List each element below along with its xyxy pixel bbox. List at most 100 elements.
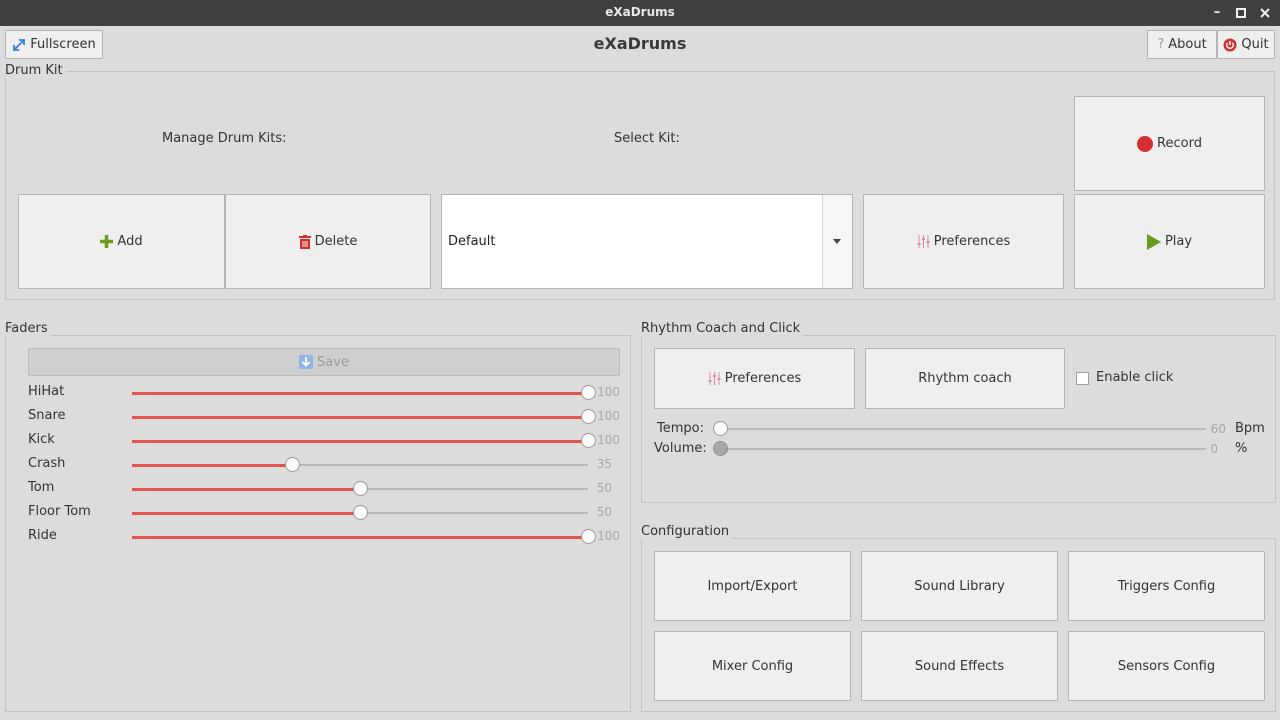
- rhythm-coach-group-label: Rhythm Coach and Click: [641, 321, 804, 336]
- download-icon: [299, 355, 314, 369]
- tempo-slider-handle[interactable]: [713, 421, 728, 436]
- delete-kit-button[interactable]: Delete: [225, 194, 431, 289]
- tempo-label: Tempo:: [657, 421, 704, 436]
- save-faders-label: Save: [317, 354, 349, 370]
- fader-value: 100: [597, 385, 620, 399]
- triggers-config-button[interactable]: Triggers Config: [1068, 551, 1265, 621]
- sound-library-label: Sound Library: [914, 578, 1005, 594]
- volume-label: Volume:: [654, 441, 707, 456]
- rhythm-preferences-button[interactable]: Preferences: [654, 348, 855, 409]
- dropdown-arrow-button[interactable]: [822, 195, 852, 288]
- sliders-icon: [917, 235, 930, 248]
- fader-slider[interactable]: [132, 457, 588, 472]
- window-title: eXaDrums: [605, 5, 675, 19]
- drum-kit-group-label: Drum Kit: [5, 63, 66, 78]
- fader-label: Floor Tom: [28, 504, 91, 519]
- add-kit-label: Add: [117, 234, 143, 249]
- rhythm-coach-label: Rhythm coach: [918, 371, 1012, 386]
- add-kit-button[interactable]: Add: [18, 194, 225, 289]
- fader-slider-fill: [132, 391, 588, 395]
- sound-effects-label: Sound Effects: [914, 658, 1005, 674]
- kit-preferences-label: Preferences: [933, 234, 1011, 249]
- kit-preferences-button[interactable]: Preferences: [863, 194, 1064, 289]
- enable-click-label[interactable]: Enable click: [1096, 370, 1173, 385]
- save-faders-button[interactable]: Save: [28, 348, 620, 376]
- fader-slider-fill: [132, 535, 588, 539]
- import-export-label: Import/Export: [707, 578, 798, 594]
- close-icon[interactable]: [1255, 0, 1275, 26]
- sound-effects-button[interactable]: Sound Effects: [861, 631, 1058, 701]
- delete-kit-label: Delete: [314, 234, 358, 249]
- chevron-down-icon: [833, 239, 841, 244]
- quit-label: Quit: [1241, 37, 1269, 52]
- play-icon: [1146, 233, 1161, 250]
- fader-value: 50: [596, 505, 612, 519]
- kit-select-dropdown[interactable]: Default: [441, 194, 853, 289]
- fader-label: Snare: [28, 408, 66, 423]
- fader-slider-handle[interactable]: [285, 457, 300, 472]
- mixer-config-button[interactable]: Mixer Config: [654, 631, 851, 701]
- about-label: About: [1168, 37, 1207, 52]
- record-label: Record: [1157, 136, 1202, 151]
- help-icon: ?: [1157, 37, 1165, 52]
- volume-slider[interactable]: [713, 441, 1206, 456]
- minimize-icon[interactable]: –: [1207, 0, 1227, 26]
- fader-slider[interactable]: [132, 481, 588, 496]
- fader-label: Crash: [28, 456, 66, 471]
- sensors-config-button[interactable]: Sensors Config: [1068, 631, 1265, 701]
- fader-slider[interactable]: [132, 433, 596, 448]
- tempo-value: 60: [1210, 422, 1226, 436]
- volume-slider-handle[interactable]: [713, 441, 728, 456]
- fader-value: 50: [596, 481, 612, 495]
- sound-library-button[interactable]: Sound Library: [861, 551, 1058, 621]
- manage-kits-label: Manage Drum Kits:: [162, 131, 287, 146]
- tempo-unit: Bpm: [1235, 421, 1265, 436]
- fader-slider-fill: [132, 487, 360, 491]
- play-button[interactable]: Play: [1074, 194, 1265, 289]
- sensors-config-label: Sensors Config: [1117, 658, 1216, 674]
- volume-unit: %: [1235, 441, 1248, 456]
- mixer-config-label: Mixer Config: [711, 658, 794, 674]
- fader-label: Tom: [28, 480, 55, 495]
- fader-slider-fill: [132, 415, 588, 419]
- plus-icon: [100, 235, 114, 248]
- record-icon: [1137, 135, 1154, 152]
- fader-value: 35: [596, 457, 612, 471]
- fader-value: 100: [597, 529, 620, 543]
- sliders-icon: [708, 372, 721, 385]
- maximize-icon[interactable]: [1231, 0, 1251, 26]
- fader-slider-fill: [132, 439, 588, 443]
- about-button[interactable]: ? About: [1147, 30, 1217, 59]
- power-icon: [1223, 38, 1237, 52]
- fader-slider[interactable]: [132, 409, 596, 424]
- faders-group-label: Faders: [5, 321, 51, 336]
- rhythm-preferences-label: Preferences: [724, 371, 802, 386]
- page-title: eXaDrums: [593, 34, 687, 53]
- fader-slider-fill: [132, 511, 360, 515]
- fader-slider[interactable]: [132, 505, 588, 520]
- play-label: Play: [1164, 234, 1193, 249]
- select-kit-label: Select Kit:: [614, 131, 680, 146]
- import-export-button[interactable]: Import/Export: [654, 551, 851, 621]
- fader-value: 100: [597, 433, 620, 447]
- window-titlebar: eXaDrums –: [0, 0, 1280, 26]
- trash-icon: [298, 234, 311, 249]
- fader-value: 100: [597, 409, 620, 423]
- triggers-config-label: Triggers Config: [1117, 578, 1216, 594]
- fader-label: Ride: [28, 528, 57, 543]
- quit-button[interactable]: Quit: [1217, 30, 1275, 59]
- record-button[interactable]: Record: [1074, 96, 1265, 191]
- kit-select-value: Default: [448, 234, 496, 249]
- tempo-slider[interactable]: [713, 421, 1206, 436]
- volume-value: 0: [1210, 442, 1218, 456]
- fader-slider-handle[interactable]: [353, 481, 368, 496]
- fader-label: Kick: [28, 432, 55, 447]
- fader-slider[interactable]: [132, 385, 596, 400]
- rhythm-coach-button[interactable]: Rhythm coach: [865, 348, 1065, 409]
- enable-click-checkbox[interactable]: [1076, 372, 1089, 385]
- fader-slider-fill: [132, 463, 292, 467]
- fader-slider-handle[interactable]: [353, 505, 368, 520]
- fader-slider[interactable]: [132, 529, 596, 544]
- configuration-group-label: Configuration: [641, 524, 733, 539]
- fader-label: HiHat: [28, 384, 65, 399]
